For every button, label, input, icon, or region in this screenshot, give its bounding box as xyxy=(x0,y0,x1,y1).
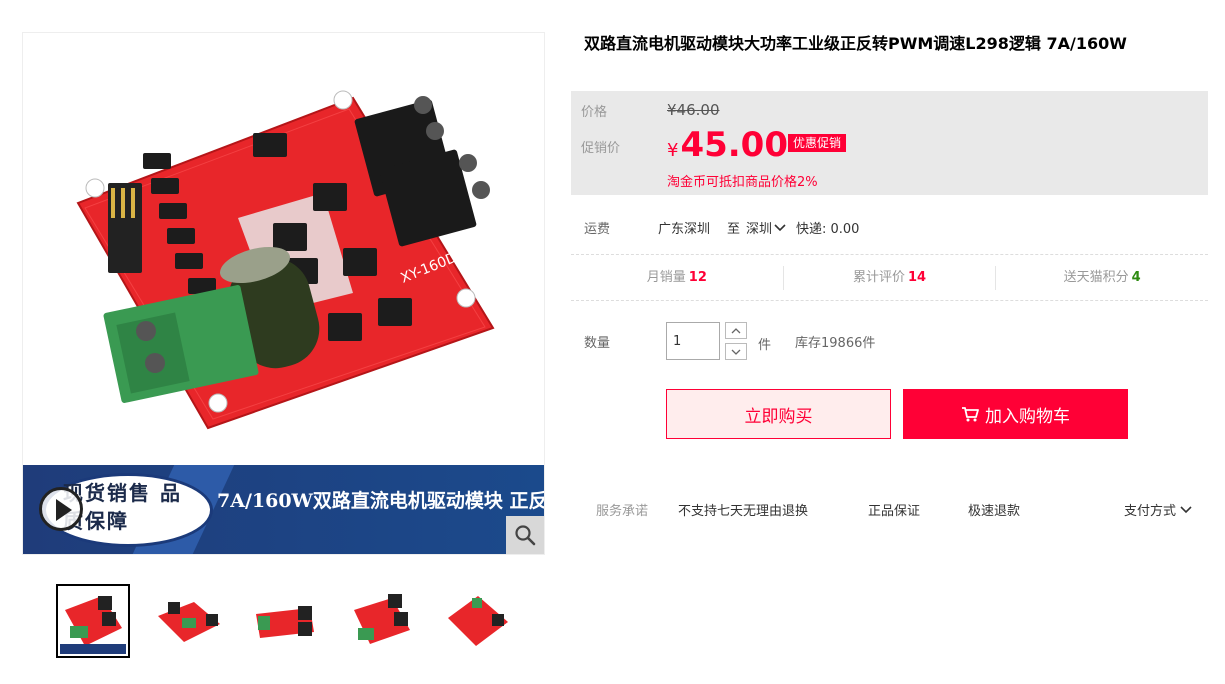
shipping-label: 运费 xyxy=(584,222,611,237)
stat-monthly-sales: 月销量 12 xyxy=(571,266,784,290)
divider xyxy=(571,300,1208,301)
price-panel: 价格 ¥46.00 促销价 ¥45.00 优惠促销 淘金币可抵扣商品价格2% xyxy=(571,91,1208,195)
thumbnail-3[interactable] xyxy=(248,584,322,658)
quantity-input[interactable] xyxy=(666,322,720,360)
promo-price: ¥45.00 xyxy=(667,125,788,165)
thumbnail-image xyxy=(256,606,314,638)
thumbnail-image xyxy=(354,594,410,644)
stat-label: 月销量 xyxy=(646,270,686,285)
stat-points: 送天猫积分 4 xyxy=(996,266,1208,290)
stat-value: 12 xyxy=(688,270,707,285)
shipping-to-prefix: 至 xyxy=(727,222,741,237)
quantity-decrease-button[interactable] xyxy=(725,343,747,360)
zoom-button[interactable] xyxy=(506,516,544,554)
promo-price-value: 45.00 xyxy=(680,125,788,165)
banner-title: 7A/160W双路直流电机驱动模块 正反转PWM调速L298逻辑 xyxy=(217,490,544,512)
currency-symbol: ¥ xyxy=(667,140,679,161)
promo-price-label: 促销价 xyxy=(581,141,621,156)
payment-methods-dropdown[interactable]: 支付方式 xyxy=(1124,500,1192,519)
stat-value: 4 xyxy=(1131,270,1141,285)
thumbnail-strip xyxy=(56,584,514,658)
product-photo: XY-160D xyxy=(76,90,495,430)
quantity-label: 数量 xyxy=(584,336,611,351)
shipping-destination[interactable]: 深圳 xyxy=(746,218,786,237)
stat-value: 14 xyxy=(907,270,927,285)
chevron-down-icon xyxy=(1180,506,1192,514)
stats-bar: 月销量 12 累计评价 14 送天猫积分 4 xyxy=(571,266,1208,290)
shipping-fee: 快递: 0.00 xyxy=(796,222,860,237)
add-to-cart-button[interactable]: 加入购物车 xyxy=(903,389,1128,439)
thumbnail-4[interactable] xyxy=(344,584,418,658)
service-item[interactable]: 极速退款 xyxy=(968,500,1020,519)
shipping-from: 广东深圳 xyxy=(658,222,711,237)
buy-now-button[interactable]: 立即购买 xyxy=(666,389,891,439)
stat-reviews[interactable]: 累计评价 14 xyxy=(784,266,997,290)
search-icon xyxy=(515,525,536,546)
thumbnail-image xyxy=(158,602,220,642)
shipping-destination-text: 深圳 xyxy=(746,222,773,237)
chevron-up-icon xyxy=(731,327,741,333)
main-product-image[interactable]: XY-160D 现货销售 品质保障 7A/160W双路直流电机驱动模块 正反转P… xyxy=(22,32,545,555)
price-label: 价格 xyxy=(581,105,608,120)
thumbnail-image xyxy=(60,596,126,654)
chevron-down-icon xyxy=(774,224,786,232)
payment-methods-label: 支付方式 xyxy=(1124,504,1177,519)
original-price: ¥46.00 xyxy=(667,101,720,119)
service-item[interactable]: 不支持七天无理由退换 xyxy=(678,500,808,519)
thumbnail-5[interactable] xyxy=(440,584,514,658)
play-video-button[interactable] xyxy=(39,487,83,531)
service-label: 服务承诺 xyxy=(596,504,649,519)
quantity-unit: 件 xyxy=(758,338,772,353)
stock-count: 库存19866件 xyxy=(795,336,876,351)
thumbnail-1[interactable] xyxy=(56,584,130,658)
quantity-increase-button[interactable] xyxy=(725,322,747,339)
thumbnail-2[interactable] xyxy=(152,584,226,658)
service-item[interactable]: 正品保证 xyxy=(868,500,920,519)
promo-tag: 优惠促销 xyxy=(788,134,847,152)
add-to-cart-label: 加入购物车 xyxy=(985,406,1070,427)
chevron-down-icon xyxy=(731,349,741,355)
coin-note: 淘金币可抵扣商品价格2% xyxy=(667,175,818,190)
stat-label: 送天猫积分 xyxy=(1063,270,1129,285)
stat-label: 累计评价 xyxy=(852,270,905,285)
thumbnail-image xyxy=(448,596,508,646)
divider xyxy=(571,254,1208,255)
product-title: 双路直流电机驱动模块大功率工业级正反转PWM调速L298逻辑 7A/160W xyxy=(584,34,1127,53)
cart-icon xyxy=(962,407,979,422)
promo-banner: 现货销售 品质保障 7A/160W双路直流电机驱动模块 正反转PWM调速L298… xyxy=(23,465,544,554)
